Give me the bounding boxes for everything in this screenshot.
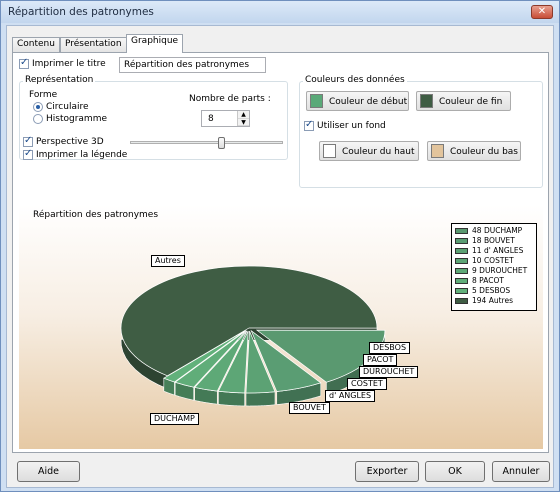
pie-label-desbos: DESBOS xyxy=(369,342,411,354)
legend-swatch xyxy=(455,238,468,244)
legend-swatch xyxy=(455,228,468,234)
nombre-parts-value: 8 xyxy=(208,114,214,124)
spinner-down-icon[interactable]: ▼ xyxy=(238,118,249,126)
nombre-parts-label: Nombre de parts : xyxy=(189,94,271,104)
start-color-label: Couleur de début xyxy=(329,97,408,107)
legend-text: 5 DESBOS xyxy=(472,286,511,295)
legend-swatch xyxy=(455,278,468,284)
pie-slice-side xyxy=(218,390,245,407)
print-legend-label: Imprimer la légende xyxy=(36,150,128,160)
use-background-label: Utiliser un fond xyxy=(317,121,386,131)
use-background-checkbox[interactable] xyxy=(304,119,314,131)
legend-swatch xyxy=(455,298,468,304)
chart-preview: Répartition des patronymes 48 DUCHAMP 18… xyxy=(19,205,543,449)
legend-text: 9 DUROUCHET xyxy=(472,266,528,275)
end-color-button[interactable]: Couleur de fin xyxy=(416,91,511,111)
bottom-color-swatch xyxy=(431,144,444,158)
help-button[interactable]: Aide xyxy=(17,461,80,482)
ok-button[interactable]: OK xyxy=(425,461,485,482)
print-title-checkbox[interactable] xyxy=(19,57,29,69)
tab-panel-graphique: Imprimer le titre Répartition des patron… xyxy=(12,52,549,453)
legend-text: 11 d' ANGLES xyxy=(472,246,524,255)
forme-label: Forme xyxy=(29,90,58,100)
pie-label-bouvet: BOUVET xyxy=(289,402,330,414)
legend-text: 194 Autres xyxy=(472,296,513,305)
start-color-swatch xyxy=(310,94,323,108)
representation-group-title: Représentation xyxy=(23,75,96,85)
dialog-window: Répartition des patronymes ✕ Contenu Pré… xyxy=(0,0,560,492)
pie-label-dangles: d' ANGLES xyxy=(325,390,376,402)
title-bar: Répartition des patronymes ✕ xyxy=(1,1,559,23)
window-title: Répartition des patronymes xyxy=(8,6,154,18)
bottom-color-button[interactable]: Couleur du bas xyxy=(427,141,521,161)
circulaire-label: Circulaire xyxy=(46,102,89,112)
tab-presentation[interactable]: Présentation xyxy=(60,37,127,52)
end-color-swatch xyxy=(420,94,433,108)
pie-label-costet: COSTET xyxy=(347,378,387,390)
legend-text: 10 COSTET xyxy=(472,256,514,265)
legend-text: 8 PACOT xyxy=(472,276,504,285)
top-color-button[interactable]: Couleur du haut xyxy=(319,141,419,161)
print-legend-checkbox[interactable] xyxy=(23,148,33,160)
pie-label-pacot: PACOT xyxy=(363,354,398,366)
histogramme-radio[interactable] xyxy=(33,114,43,124)
pie-label-autres: Autres xyxy=(151,255,185,267)
chart-legend: 48 DUCHAMP 18 BOUVET 11 d' ANGLES 10 COS… xyxy=(451,223,537,311)
perspective-checkbox[interactable] xyxy=(23,135,33,147)
legend-text: 18 BOUVET xyxy=(472,236,515,245)
colors-group-title: Couleurs des données xyxy=(303,75,407,85)
print-title-label: Imprimer le titre xyxy=(32,59,106,69)
end-color-label: Couleur de fin xyxy=(439,97,503,107)
tab-contenu[interactable]: Contenu xyxy=(12,37,60,52)
tab-graphique[interactable]: Graphique xyxy=(126,34,184,53)
perspective-slider[interactable] xyxy=(130,141,283,144)
pie-label-duchamp: DUCHAMP xyxy=(150,413,199,425)
legend-swatch xyxy=(455,288,468,294)
top-color-label: Couleur du haut xyxy=(342,147,415,157)
spinner-up-icon[interactable]: ▲ xyxy=(238,111,249,119)
perspective-label: Perspective 3D xyxy=(36,137,104,147)
export-button[interactable]: Exporter xyxy=(355,461,419,482)
legend-swatch xyxy=(455,258,468,264)
nombre-parts-spinner[interactable]: 8 ▲ ▼ xyxy=(201,110,250,127)
dialog-client: Contenu Présentation Graphique Imprimer … xyxy=(6,25,554,488)
close-button[interactable]: ✕ xyxy=(531,5,553,19)
pie-label-durouchet: DUROUCHET xyxy=(359,366,419,378)
pie-slice-side xyxy=(245,391,276,407)
legend-text: 48 DUCHAMP xyxy=(472,226,523,235)
bottom-color-label: Couleur du bas xyxy=(450,147,518,157)
legend-swatch xyxy=(455,268,468,274)
top-color-swatch xyxy=(323,144,336,158)
circulaire-radio[interactable] xyxy=(33,102,43,112)
title-input[interactable]: Répartition des patronymes xyxy=(119,57,266,73)
start-color-button[interactable]: Couleur de début xyxy=(306,91,409,111)
legend-swatch xyxy=(455,248,468,254)
cancel-button[interactable]: Annuler xyxy=(492,461,550,482)
histogramme-label: Histogramme xyxy=(46,114,107,124)
perspective-slider-thumb[interactable] xyxy=(217,137,225,149)
spinner-buttons: ▲ ▼ xyxy=(237,111,249,126)
